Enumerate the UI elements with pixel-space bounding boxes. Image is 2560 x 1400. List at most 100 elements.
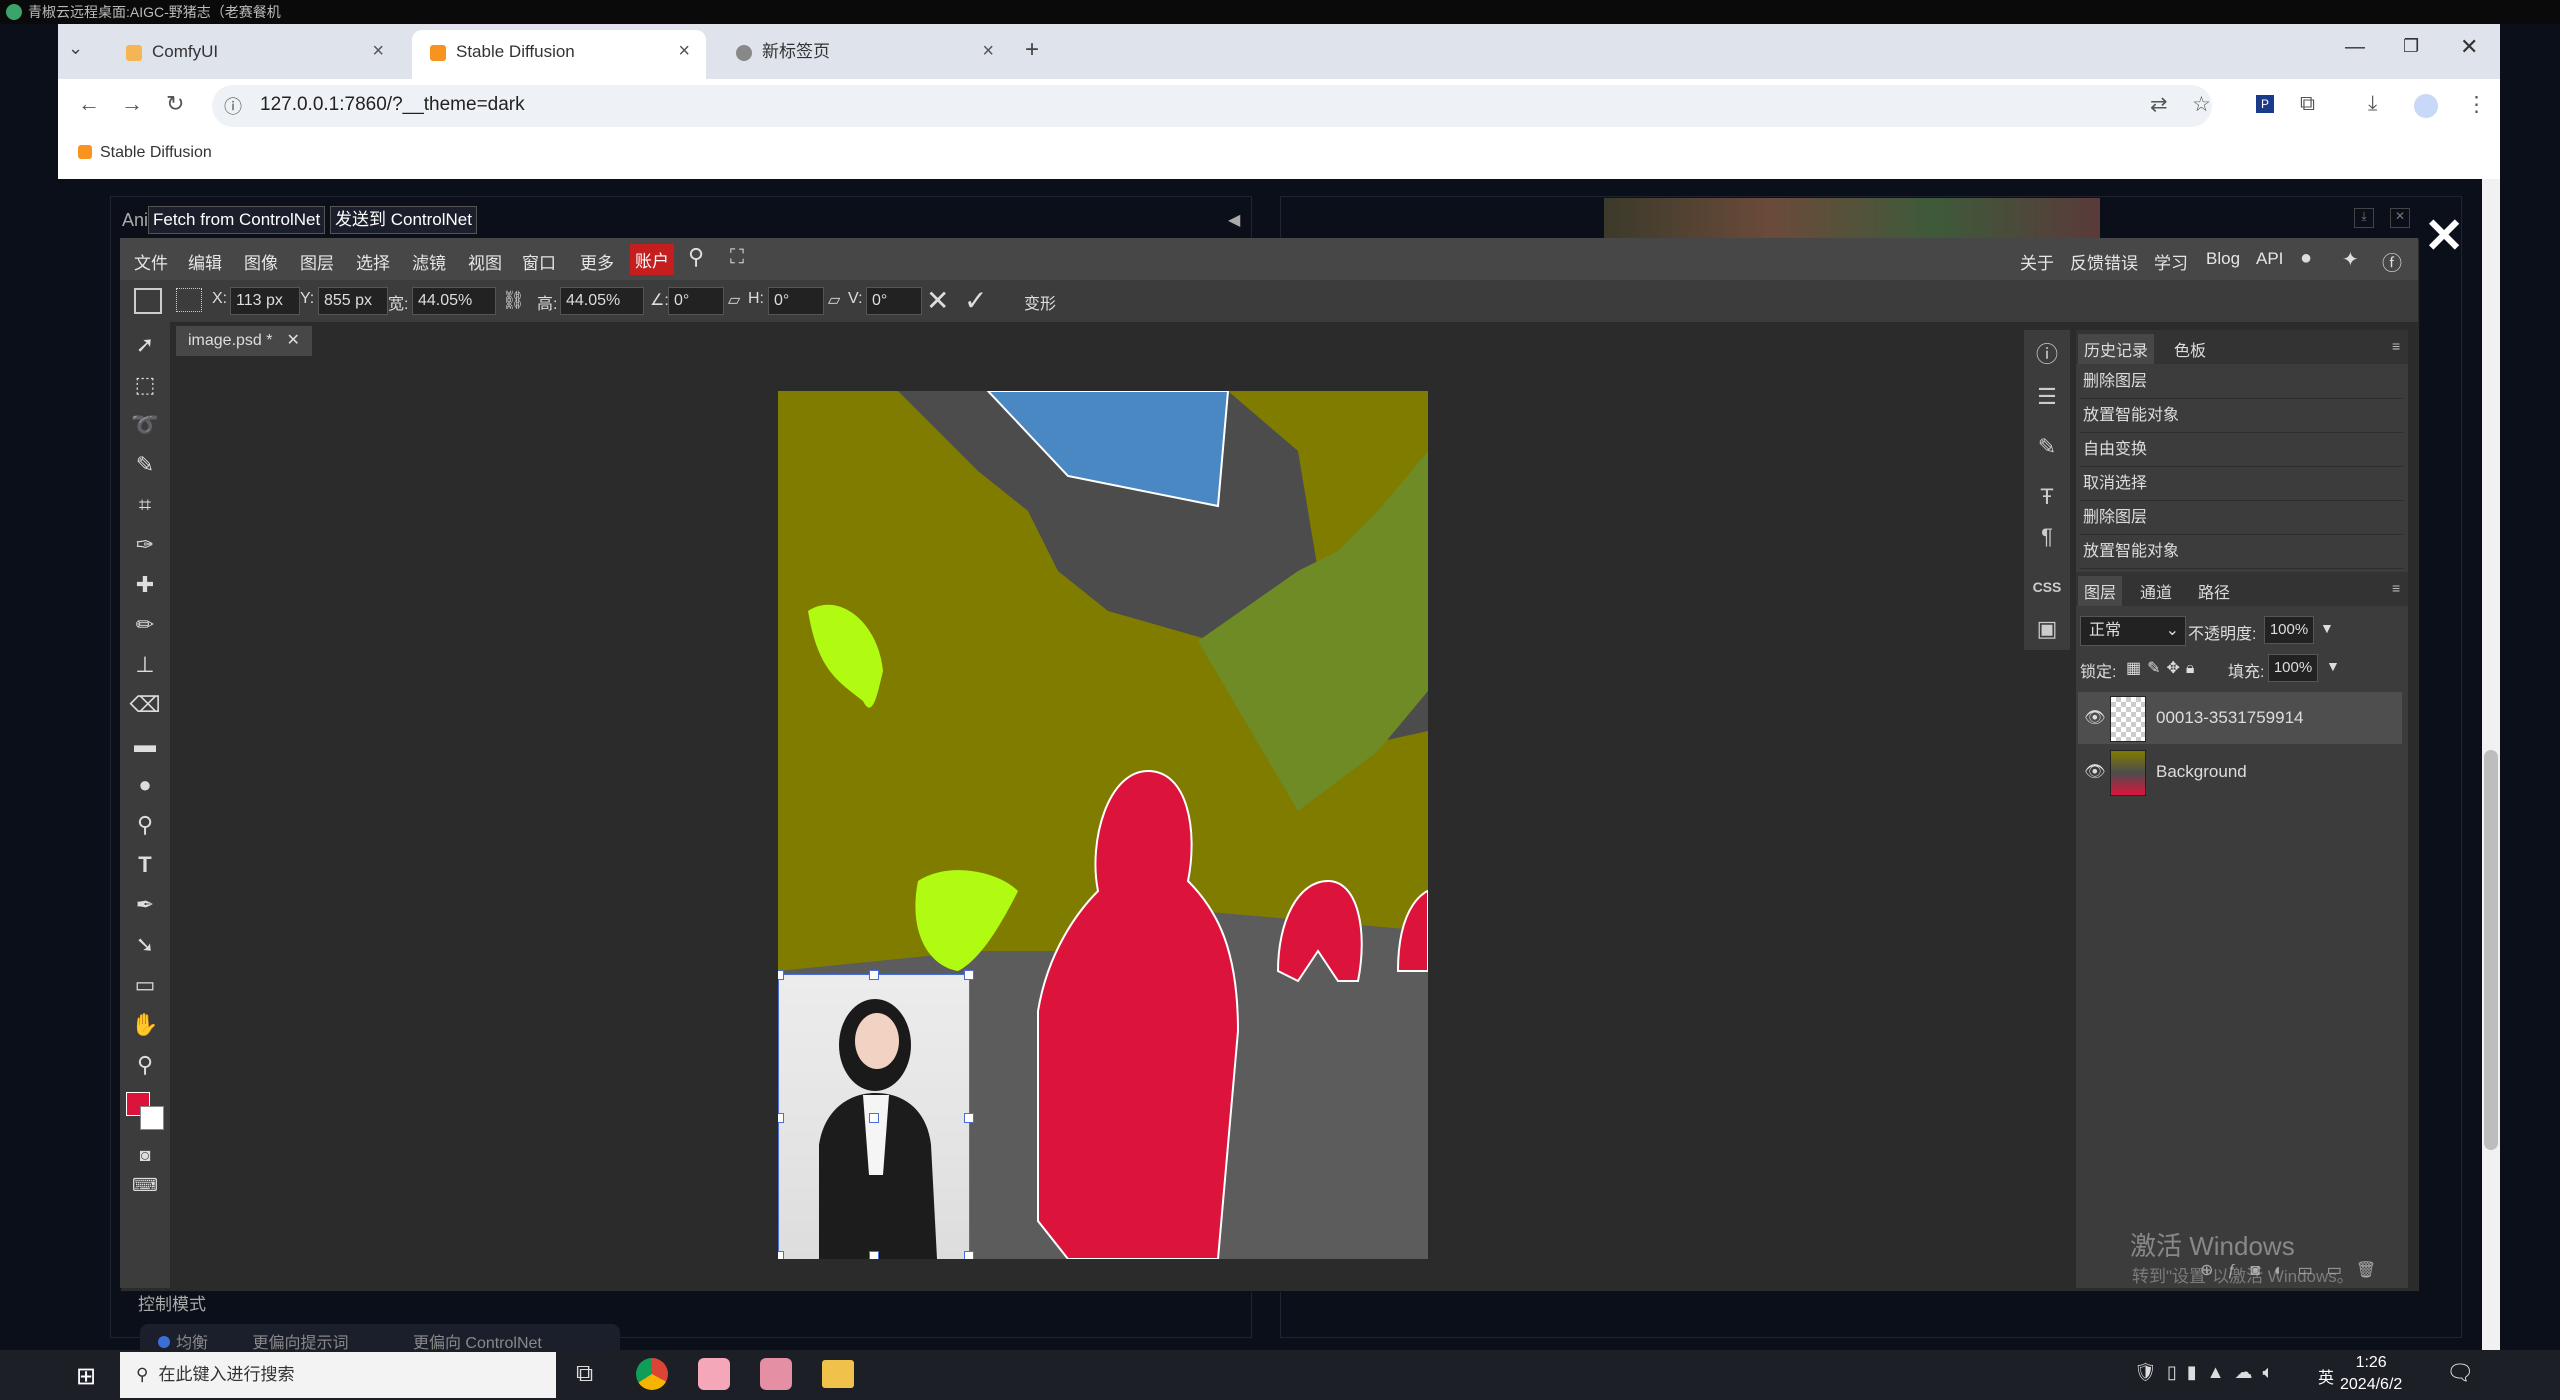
healing-brush-icon[interactable]: ✚ xyxy=(128,570,162,600)
app-taskbar-icon[interactable] xyxy=(760,1358,792,1390)
path-select-icon[interactable]: ➘ xyxy=(128,930,162,960)
menu-learn[interactable]: 学习 xyxy=(2154,249,2188,274)
new-tab-icon[interactable]: + xyxy=(1025,36,1039,64)
history-item[interactable]: 取消选择 xyxy=(2080,468,2403,501)
menu-feedback[interactable]: 反馈错误 xyxy=(2070,249,2138,274)
back-icon[interactable]: ← xyxy=(78,91,100,117)
visibility-eye-icon[interactable]: 👁︎ xyxy=(2084,746,2106,798)
menu-layer[interactable]: 图层 xyxy=(300,249,334,274)
paragraph-icon[interactable]: ¶ xyxy=(2030,520,2064,554)
menu-more[interactable]: 更多 xyxy=(580,249,614,274)
background-color[interactable] xyxy=(140,1106,164,1130)
restore-icon[interactable]: ❐ xyxy=(2403,36,2419,57)
start-icon[interactable]: ⊞ xyxy=(76,1362,96,1391)
extensions-icon[interactable]: ⧉ xyxy=(2300,92,2315,116)
transform-handle[interactable] xyxy=(778,970,784,980)
reddit-icon[interactable]: ● xyxy=(2300,247,2312,270)
reload-icon[interactable]: ↻ xyxy=(166,91,184,117)
tab-new[interactable]: 新标签页 × xyxy=(718,30,1010,79)
history-item[interactable]: 放置智能对象 xyxy=(2080,536,2403,569)
tab-swatches[interactable]: 色板 xyxy=(2174,337,2206,361)
pen-tool-icon[interactable]: ✒ xyxy=(128,890,162,920)
document-tab[interactable]: image.psd * ✕ xyxy=(176,326,312,356)
mode-option[interactable]: 更偏向 ControlNet xyxy=(413,1335,542,1350)
blur-tool-icon[interactable]: ● xyxy=(128,770,162,800)
document-canvas[interactable] xyxy=(778,391,1428,1259)
blend-mode-select[interactable]: 正常 ⌄ xyxy=(2080,616,2186,646)
file-explorer-icon[interactable] xyxy=(822,1360,854,1388)
gallery-thumbnail[interactable] xyxy=(1604,198,2100,238)
profile-avatar[interactable] xyxy=(2414,94,2438,118)
transform-handle[interactable] xyxy=(869,970,879,980)
fill-field[interactable]: 100% xyxy=(2268,654,2318,682)
type-tool-icon[interactable]: T xyxy=(128,850,162,880)
chrome-taskbar-icon[interactable] xyxy=(636,1358,668,1390)
tab-history[interactable]: 历史记录 xyxy=(2078,334,2155,364)
character-icon[interactable]: Ŧ xyxy=(2030,480,2064,514)
cancel-transform-icon[interactable]: ✕ xyxy=(926,284,949,317)
quick-mask-icon[interactable]: ◙ xyxy=(128,1140,162,1170)
radio-selected-icon[interactable] xyxy=(158,1336,170,1348)
history-item[interactable]: 删除图层 xyxy=(2080,366,2403,399)
download-small-icon[interactable]: ⤓ xyxy=(2354,208,2374,228)
rectangle-tool-icon[interactable]: ▭ xyxy=(128,970,162,1000)
clone-stamp-icon[interactable]: ⊥ xyxy=(128,650,162,680)
angle-field[interactable]: 0° xyxy=(668,287,724,315)
lock-icons[interactable]: ▦✎✥🔒︎ xyxy=(2126,658,2200,678)
menu-blog[interactable]: Blog xyxy=(2206,249,2240,269)
tab-comfyui[interactable]: ComfyUI × xyxy=(108,30,400,79)
minimize-icon[interactable]: — xyxy=(2345,36,2365,59)
history-item[interactable]: 自由变换 xyxy=(2080,434,2403,467)
transform-handle[interactable] xyxy=(869,1251,879,1259)
menu-account[interactable]: 账户 xyxy=(630,244,674,275)
facebook-icon[interactable]: ⓕ xyxy=(2382,247,2402,276)
width-field[interactable]: 44.05% xyxy=(412,287,496,315)
brush-tool-icon[interactable]: ✏ xyxy=(128,610,162,640)
collapse-arrow-icon[interactable]: ◀ xyxy=(1228,210,1240,230)
task-view-icon[interactable]: ⧉ xyxy=(576,1360,593,1388)
extension-p-icon[interactable]: P xyxy=(2256,95,2274,113)
x-field[interactable]: 113 px xyxy=(230,287,300,315)
gradient-tool-icon[interactable]: ▬ xyxy=(128,730,162,760)
keyboard-icon[interactable]: ⌨ xyxy=(128,1170,162,1200)
commit-transform-icon[interactable]: ✓ xyxy=(964,284,987,317)
layer-row[interactable]: 👁︎ 00013-3531759914 xyxy=(2078,692,2402,744)
menu-about[interactable]: 关于 xyxy=(2020,249,2054,274)
brush-panel-icon[interactable]: ✎ xyxy=(2030,430,2064,464)
image-panel-icon[interactable]: ▣ xyxy=(2030,612,2064,646)
bookmark-sd[interactable]: Stable Diffusion xyxy=(100,144,212,162)
opacity-field[interactable]: 100% xyxy=(2264,616,2314,644)
link-icon[interactable]: ⛓ xyxy=(502,290,525,311)
fill-dropdown-icon[interactable]: ▼ xyxy=(2326,658,2340,674)
marquee-tool-icon[interactable]: ⬚ xyxy=(128,370,162,400)
layers-menu-icon[interactable]: ≡ xyxy=(2392,580,2400,596)
mode-option[interactable]: 更偏向提示词 xyxy=(252,1335,348,1350)
close-tab-icon[interactable]: × xyxy=(372,30,384,73)
warp-button[interactable]: 变形 xyxy=(1024,290,1056,314)
move-tool-icon[interactable] xyxy=(134,288,162,314)
scrollbar-thumb[interactable] xyxy=(2484,750,2498,1150)
height-field[interactable]: 44.05% xyxy=(560,287,644,315)
menu-window[interactable]: 窗口 xyxy=(522,249,556,274)
menu-view[interactable]: 视图 xyxy=(468,249,502,274)
css-icon[interactable]: CSS xyxy=(2030,570,2064,604)
twitter-icon[interactable]: ✦ xyxy=(2342,247,2359,272)
close-doc-icon[interactable]: ✕ xyxy=(287,332,300,349)
send-controlnet-button[interactable]: 发送到 ControlNet xyxy=(330,206,477,234)
bookmark-star-icon[interactable]: ☆ xyxy=(2192,92,2211,117)
history-item[interactable]: 放置智能对象 xyxy=(2080,400,2403,433)
transform-handle[interactable] xyxy=(964,1113,974,1123)
close-window-icon[interactable]: ✕ xyxy=(2460,34,2478,60)
menu-select[interactable]: 选择 xyxy=(356,249,390,274)
menu-api[interactable]: API xyxy=(2256,249,2283,269)
zoom-tool-icon[interactable]: ⚲ xyxy=(128,1050,162,1080)
tab-layers[interactable]: 图层 xyxy=(2078,576,2123,606)
taskbar-clock[interactable]: 1:26 2024/6/2 xyxy=(2340,1352,2402,1396)
dodge-tool-icon[interactable]: ⚲ xyxy=(128,810,162,840)
eyedropper-icon[interactable]: ✑ xyxy=(128,530,162,560)
download-icon[interactable]: ⤓ xyxy=(2368,92,2377,116)
search-icon[interactable]: ⚲ xyxy=(688,244,704,270)
transform-handle[interactable] xyxy=(964,970,974,980)
visibility-eye-icon[interactable]: 👁︎ xyxy=(2084,692,2106,744)
layer-row[interactable]: 👁︎ Background xyxy=(2078,746,2402,798)
